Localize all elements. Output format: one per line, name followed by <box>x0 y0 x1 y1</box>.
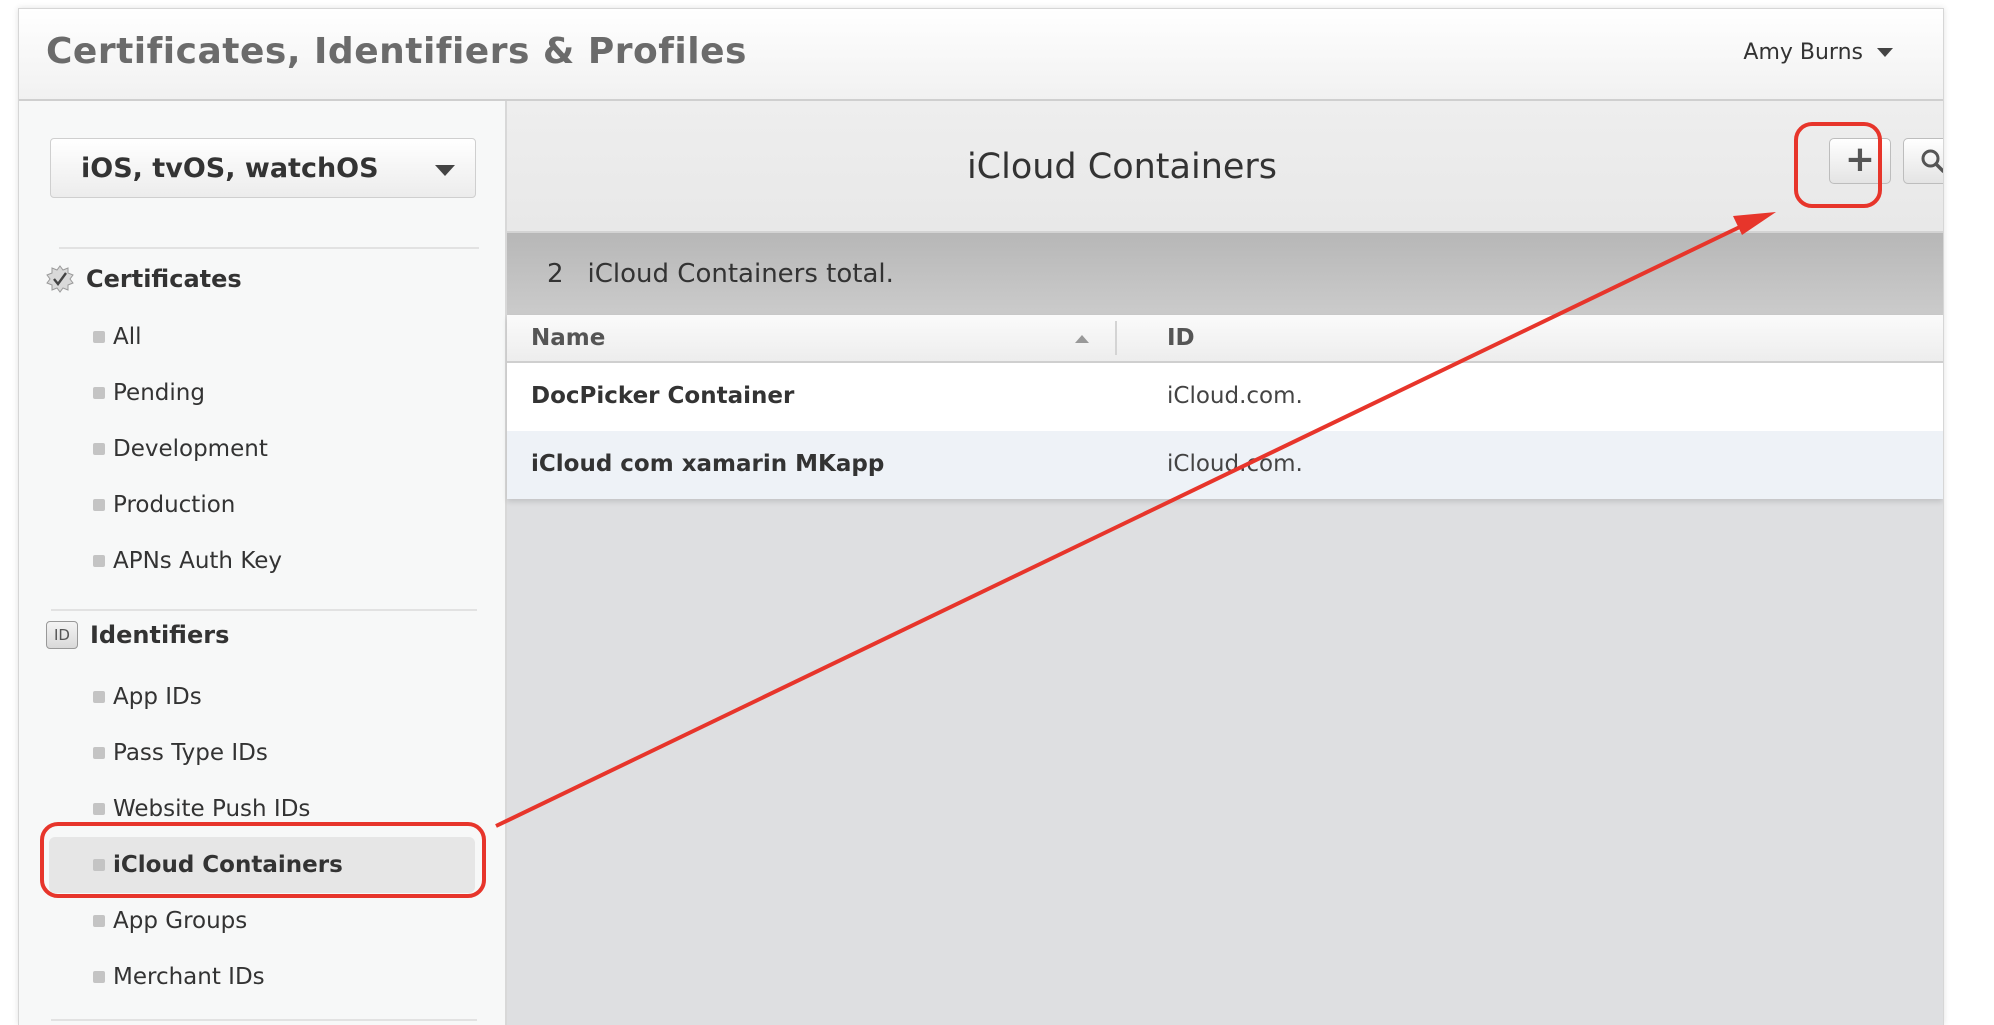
arrow-line <box>495 222 1747 828</box>
arrow-head-icon <box>1733 212 1776 235</box>
annotation-arrow <box>495 212 1776 828</box>
